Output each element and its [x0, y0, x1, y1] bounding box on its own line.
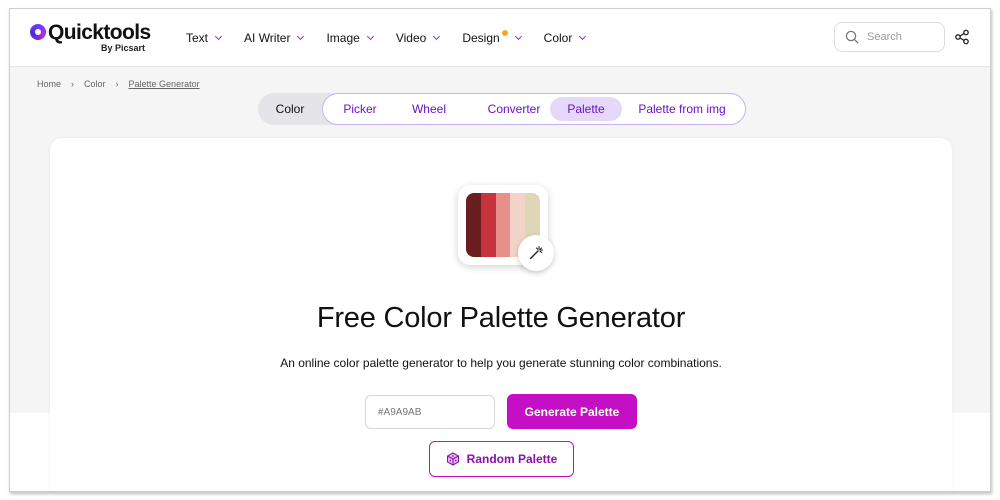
nav-item-label: Image [326, 31, 360, 45]
tab-wheel[interactable]: Wheel [399, 97, 459, 121]
tab-palette-from-img[interactable]: Palette from img [629, 97, 735, 121]
nav-item-video[interactable]: Video [395, 28, 441, 48]
breadcrumb-separator-icon: › [71, 79, 75, 89]
magic-wand-icon [518, 235, 554, 271]
palette-swatch [466, 193, 481, 257]
chevron-down-icon [433, 32, 441, 41]
nav-item-design[interactable]: Design [462, 28, 522, 48]
logo-subtitle: By Picsart [101, 43, 146, 53]
tab-converter[interactable]: Converter [469, 97, 559, 121]
breadcrumb-separator-icon: › [115, 79, 119, 89]
nav-item-label: AI Writer [244, 31, 291, 45]
search-box[interactable] [834, 22, 945, 52]
page-subtitle: An online color palette generator to hel… [280, 356, 722, 370]
breadcrumb: Home › Color › Palette Generator [37, 79, 200, 89]
breadcrumb-current[interactable]: Palette Generator [129, 79, 200, 89]
nav-item-color[interactable]: Color [543, 28, 587, 48]
breadcrumb-color[interactable]: Color [84, 79, 106, 89]
nav-item-label: Text [186, 31, 209, 45]
palette-swatch [480, 193, 496, 257]
tool-tabs: Picker Wheel Converter Palette Palette f… [322, 93, 746, 125]
search-icon [845, 30, 859, 44]
nav-item-ai-writer[interactable]: AI Writer [244, 28, 305, 48]
main-nav: Text AI Writer Image Video Design Color [186, 28, 608, 48]
chevron-down-icon [297, 32, 305, 41]
chevron-down-icon [579, 32, 587, 41]
chevron-down-icon [214, 32, 223, 41]
breadcrumb-home[interactable]: Home [37, 79, 61, 89]
color-tools-tabstrip: Color Picker Wheel Converter Palette Pal… [258, 93, 746, 125]
tab-picker[interactable]: Picker [331, 97, 389, 121]
nav-item-image[interactable]: Image [326, 28, 374, 48]
nav-item-text[interactable]: Text [186, 28, 223, 48]
chevron-down-icon [514, 32, 522, 41]
tab-palette[interactable]: Palette [550, 97, 622, 121]
nav-item-label: Video [395, 31, 427, 45]
quicktools-logo-icon [30, 24, 46, 40]
hex-color-input[interactable] [365, 395, 495, 429]
share-icon[interactable] [954, 29, 970, 45]
chevron-down-icon [366, 32, 374, 41]
nav-item-label: Color [543, 31, 573, 45]
dice-icon [446, 452, 459, 466]
nav-item-label: Design [462, 31, 500, 45]
palette-generator-card: Free Color Palette Generator An online c… [50, 138, 952, 491]
quicktools-logo[interactable]: Quicktools By Picsart [30, 21, 160, 55]
tab-category-label[interactable]: Color [258, 93, 322, 125]
random-palette-button[interactable]: Random Palette [429, 441, 574, 477]
new-indicator-dot [501, 30, 508, 36]
palette-swatch [495, 193, 511, 257]
browser-viewport: Quicktools By Picsart Text AI Writer Ima… [9, 8, 991, 492]
search-input[interactable] [867, 31, 937, 43]
page-title: Free Color Palette Generator [316, 302, 686, 334]
random-palette-label: Random Palette [466, 452, 558, 466]
logo-text: Quicktools [48, 21, 151, 44]
generate-palette-button[interactable]: Generate Palette [507, 394, 637, 429]
site-header: Quicktools By Picsart Text AI Writer Ima… [10, 9, 990, 67]
